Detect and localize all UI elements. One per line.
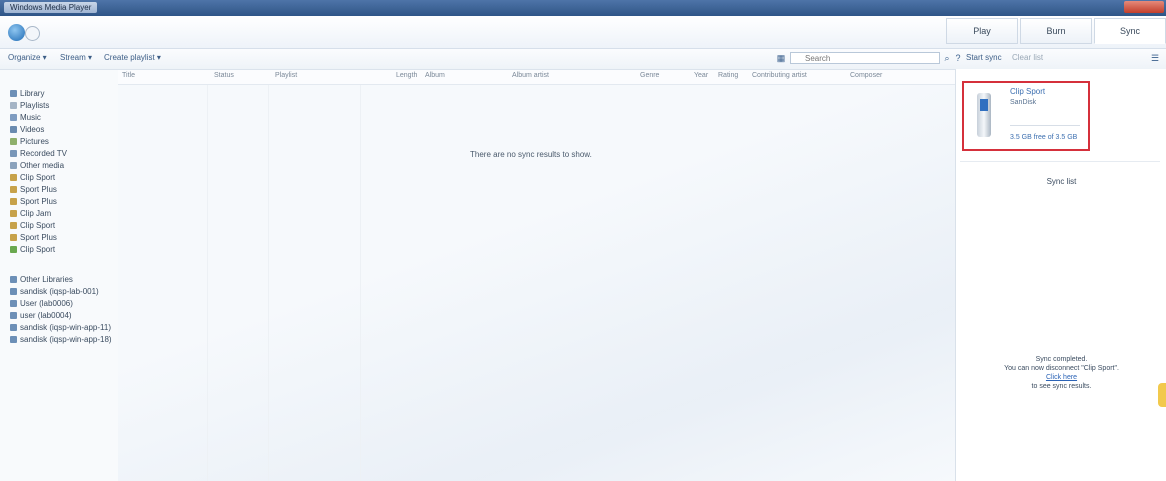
sidebar-item-playlists[interactable]: Playlists xyxy=(10,100,49,111)
navigation-bar: Play Burn Sync xyxy=(0,16,1166,49)
sync-list-title: Sync list xyxy=(1046,177,1077,186)
tv-icon xyxy=(10,150,17,157)
library-icon xyxy=(10,90,17,97)
empty-results-message: There are no sync results to show. xyxy=(470,150,592,159)
sidebar-item-remote-library[interactable]: sandisk (iqsp-win-app-11) xyxy=(10,322,111,333)
device-icon xyxy=(10,198,17,205)
sidebar-item-device[interactable]: Clip Jam xyxy=(10,208,51,219)
device-panel[interactable]: Clip Sport SanDisk 3.5 GB free of 3.5 GB xyxy=(962,81,1090,151)
sidebar-item-device[interactable]: Sport Plus xyxy=(10,184,57,195)
column-header-genre[interactable]: Genre xyxy=(640,72,659,79)
network-library-icon xyxy=(10,312,17,319)
column-header-year[interactable]: Year xyxy=(694,72,708,79)
search-input[interactable] xyxy=(805,54,939,63)
sidebar-item-other-media[interactable]: Other media xyxy=(10,160,64,171)
sidebar-item-device[interactable]: Clip Sport xyxy=(10,244,55,255)
device-icon xyxy=(10,174,17,181)
sync-status-message: Sync completed. You can now disconnect "… xyxy=(956,355,1166,391)
network-library-icon xyxy=(10,288,17,295)
sidebar-item-other-libraries[interactable]: Other Libraries xyxy=(10,274,73,285)
device-manufacturer: SanDisk xyxy=(1010,99,1037,106)
column-header-album-artist[interactable]: Album artist xyxy=(512,72,549,79)
organize-button[interactable]: Organize ▾ xyxy=(8,53,47,62)
sync-results-link[interactable]: Click here xyxy=(956,373,1166,382)
stream-button[interactable]: Stream ▾ xyxy=(60,53,92,62)
device-name[interactable]: Clip Sport xyxy=(1010,87,1045,96)
column-header-row: Title Status Playlist Length Album Album… xyxy=(118,70,955,85)
music-icon xyxy=(10,114,17,121)
back-button-icon[interactable] xyxy=(8,24,25,41)
clear-list-button[interactable]: Clear list xyxy=(1012,53,1043,62)
column-header-status[interactable]: Status xyxy=(214,72,234,79)
picture-icon xyxy=(10,138,17,145)
device-icon xyxy=(10,222,17,229)
network-library-icon xyxy=(10,300,17,307)
device-icon xyxy=(10,234,17,241)
playlist-icon xyxy=(10,102,17,109)
column-header-rating[interactable]: Rating xyxy=(718,72,738,79)
column-header-title[interactable]: Title xyxy=(122,72,135,79)
column-header-playlist[interactable]: Playlist xyxy=(275,72,297,79)
sync-status-line: to see sync results. xyxy=(1031,383,1092,390)
sidebar-item-library[interactable]: Library xyxy=(10,88,44,99)
view-options-icon[interactable]: ▦ xyxy=(776,53,786,63)
window-title: Windows Media Player xyxy=(4,2,98,13)
list-options-icon[interactable]: ☰ xyxy=(1150,53,1160,63)
navigation-pane: Library Playlists Music Videos Pictures … xyxy=(0,70,118,481)
sidebar-item-remote-library[interactable]: sandisk (iqsp-lab-001) xyxy=(10,286,99,297)
edge-indicator xyxy=(1158,383,1166,407)
column-header-contributing-artist[interactable]: Contributing artist xyxy=(752,72,807,79)
video-icon xyxy=(10,126,17,133)
sync-status-line: You can now disconnect "Clip Sport". xyxy=(1004,365,1119,372)
tab-sync[interactable]: Sync xyxy=(1094,18,1166,44)
window-controls[interactable] xyxy=(1124,1,1164,13)
sidebar-item-videos[interactable]: Videos xyxy=(10,124,44,135)
capacity-divider xyxy=(1010,125,1080,126)
toolbar: Organize ▾ Stream ▾ Create playlist ▾ ▦ … xyxy=(0,49,1166,70)
search-box[interactable] xyxy=(790,52,940,64)
column-divider xyxy=(360,70,361,481)
column-header-album[interactable]: Album xyxy=(425,72,445,79)
sidebar-item-pictures[interactable]: Pictures xyxy=(10,136,49,147)
tab-play[interactable]: Play xyxy=(946,18,1018,44)
help-icon[interactable]: ? xyxy=(953,53,963,63)
tab-burn[interactable]: Burn xyxy=(1020,18,1092,44)
network-library-icon xyxy=(10,276,17,283)
device-icon xyxy=(10,186,17,193)
sidebar-item-recorded-tv[interactable]: Recorded TV xyxy=(10,148,67,159)
background-art xyxy=(118,84,955,481)
pane-divider xyxy=(960,161,1160,162)
sidebar-item-remote-library[interactable]: user (lab0004) xyxy=(10,310,72,321)
sidebar-item-device[interactable]: Sport Plus xyxy=(10,196,57,207)
sync-pane: Clip Sport SanDisk 3.5 GB free of 3.5 GB… xyxy=(955,69,1166,481)
network-library-icon xyxy=(10,336,17,343)
column-divider xyxy=(207,70,208,481)
device-icon xyxy=(10,246,17,253)
search-icon[interactable]: ⌕ xyxy=(942,53,952,63)
column-header-composer[interactable]: Composer xyxy=(850,72,882,79)
sidebar-item-remote-library[interactable]: sandisk (iqsp-win-app-18) xyxy=(10,334,112,345)
sidebar-item-device[interactable]: Clip Sport xyxy=(10,220,55,231)
forward-button-icon[interactable] xyxy=(25,26,40,41)
player-device-icon xyxy=(977,93,991,137)
column-header-length[interactable]: Length xyxy=(396,72,417,79)
start-sync-button[interactable]: Start sync xyxy=(966,53,1002,62)
device-icon xyxy=(10,210,17,217)
sidebar-item-device[interactable]: Clip Sport xyxy=(10,172,55,183)
column-divider xyxy=(268,70,269,481)
sidebar-item-device[interactable]: Sport Plus xyxy=(10,232,57,243)
sidebar-item-remote-library[interactable]: User (lab0006) xyxy=(10,298,73,309)
device-capacity: 3.5 GB free of 3.5 GB xyxy=(1010,134,1078,141)
sidebar-item-music[interactable]: Music xyxy=(10,112,41,123)
media-icon xyxy=(10,162,17,169)
main-tabs: Play Burn Sync xyxy=(944,18,1166,46)
sync-status-line: Sync completed. xyxy=(1035,356,1088,363)
title-bar: Windows Media Player xyxy=(0,0,1166,16)
network-library-icon xyxy=(10,324,17,331)
create-playlist-button[interactable]: Create playlist ▾ xyxy=(104,53,161,62)
